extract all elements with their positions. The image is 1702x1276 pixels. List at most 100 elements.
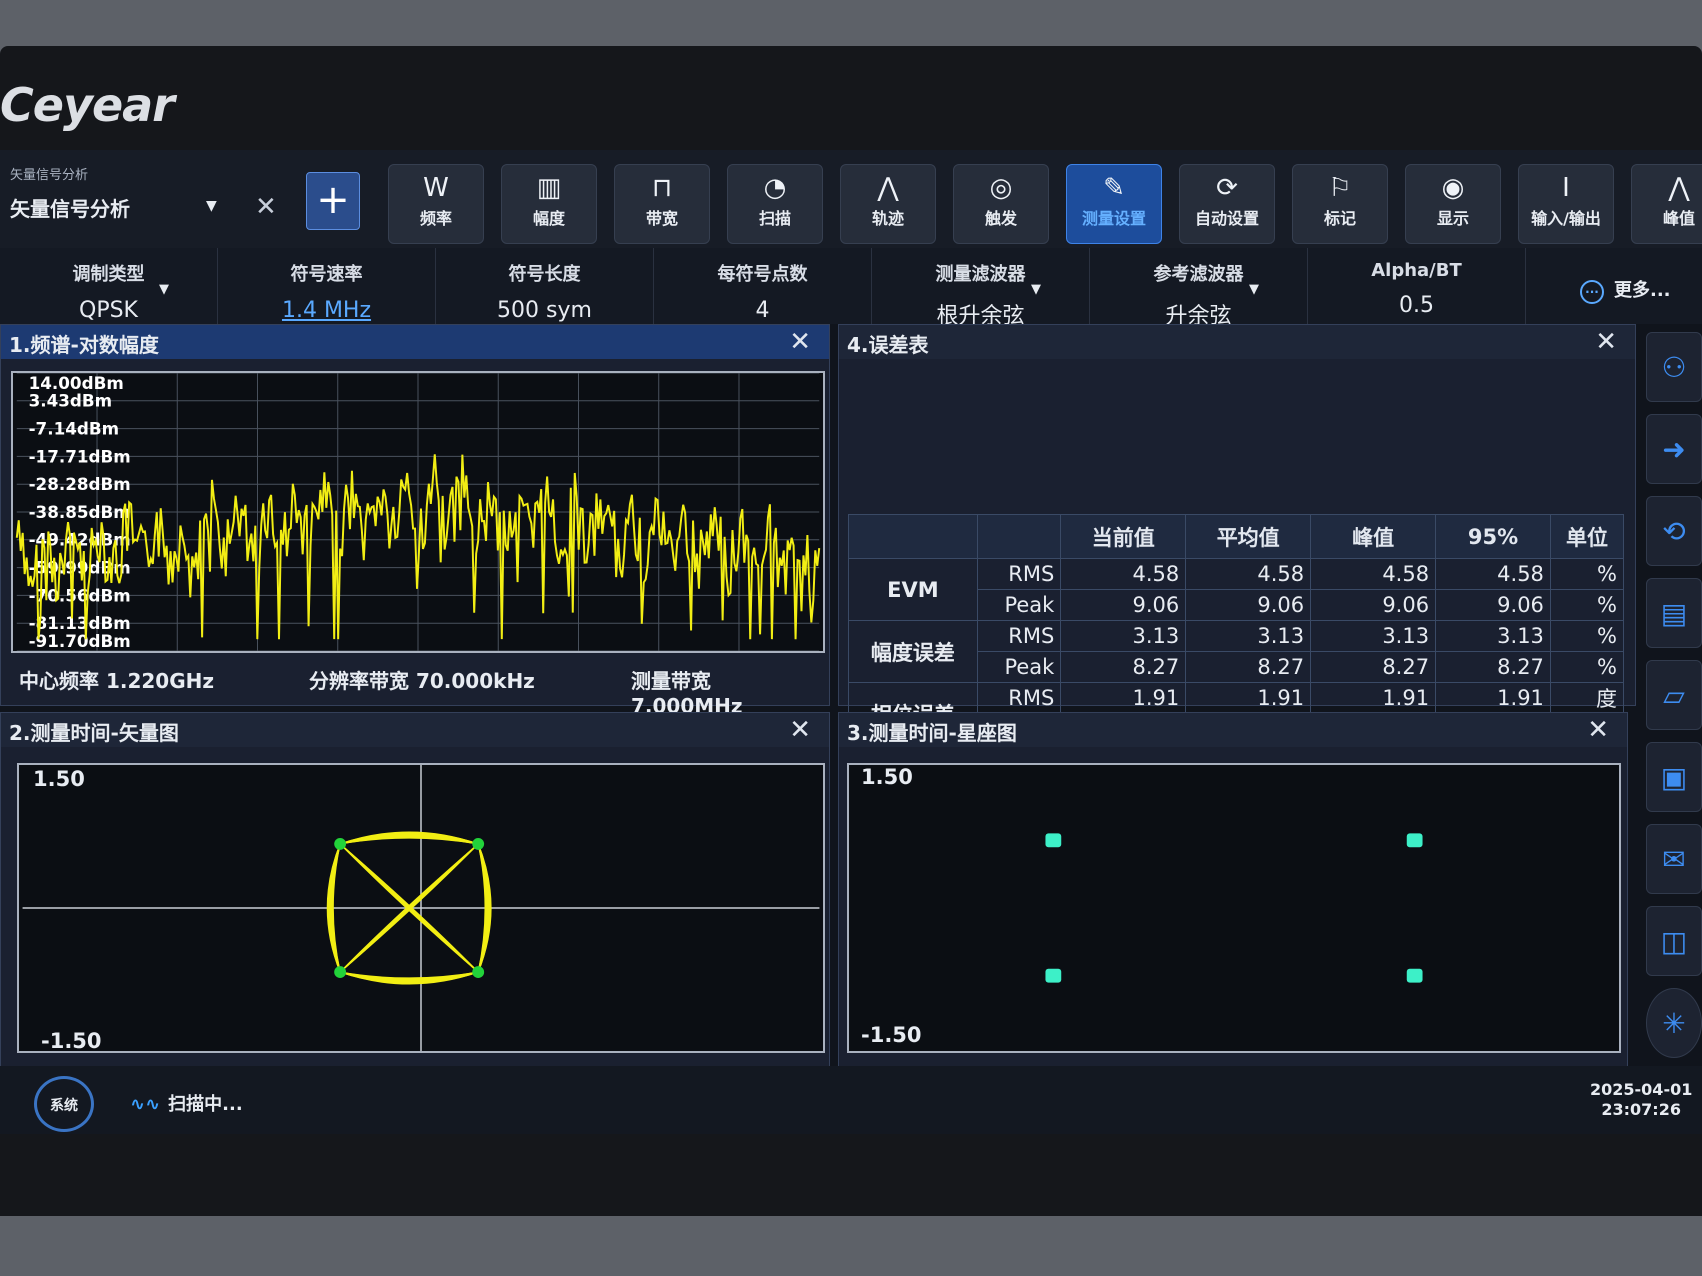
param-0[interactable]: 调制类型 QPSK ▼ <box>0 248 218 324</box>
chevron-down-icon: ▼ <box>1031 282 1041 297</box>
close-icon[interactable]: ✕ <box>1587 715 1609 745</box>
param-value[interactable]: 500 sym <box>436 298 653 323</box>
scan-status: ∿∿ 扫描中... <box>130 1090 243 1116</box>
toolbar-button-trace[interactable]: ⋀ 轨迹 <box>840 164 936 244</box>
vector-plot[interactable] <box>17 763 825 1053</box>
toolbar-button-auto-setup[interactable]: ⟳ 自动设置 <box>1179 164 1275 244</box>
add-window-button[interactable]: + <box>306 172 360 230</box>
save-icon[interactable]: ▤ <box>1646 578 1702 648</box>
table-cell: 8.27 <box>1435 651 1551 683</box>
toolbar-button-peak[interactable]: ⋀ 峰值 <box>1631 164 1702 244</box>
touch-icon[interactable]: ✳ <box>1646 988 1702 1058</box>
row-sub-label: RMS <box>976 620 1062 652</box>
y-tick-label: -70.56dBm <box>29 585 131 605</box>
toolbar-button-label: 峰值 <box>1662 209 1695 228</box>
toolbar-button-freq[interactable]: W 频率 <box>388 164 484 244</box>
param-2[interactable]: 符号长度 500 sym <box>436 248 654 324</box>
system-button[interactable]: 系统 <box>34 1076 94 1132</box>
toolbar-button-amplitude[interactable]: ▥ 幅度 <box>501 164 597 244</box>
window-icon[interactable]: ▣ <box>1646 742 1702 812</box>
toolbar-button-label: 轨迹 <box>871 209 904 228</box>
toolbar-button-trigger[interactable]: ◎ 触发 <box>953 164 1049 244</box>
y-tick-label: -91.70dBm <box>29 631 131 651</box>
unit-cell: % <box>1549 620 1625 652</box>
table-header: 当前值 <box>1060 514 1187 559</box>
forward-icon[interactable]: ➜ <box>1646 414 1702 484</box>
date-label: 2025-04-01 <box>1590 1080 1693 1099</box>
spectrum-title: 1.频谱-对数幅度 <box>9 333 159 357</box>
more-icon: ··· <box>1580 280 1604 304</box>
y-tick-label: 3.43dBm <box>29 391 113 411</box>
toolbar-button-display[interactable]: ◉ 显示 <box>1405 164 1501 244</box>
y-tick-label: -38.85dBm <box>29 502 131 522</box>
chevron-down-icon: ▼ <box>159 282 169 297</box>
spectrum-grid <box>16 373 820 651</box>
toolbar-button-meas-setup[interactable]: ✎ 测量设置 <box>1066 164 1162 244</box>
close-icon[interactable]: ✕ <box>789 327 811 357</box>
table-cell: 1.91 <box>1435 682 1551 714</box>
param-label: 调制类型 <box>72 264 145 285</box>
refresh-icon[interactable]: ⟲ <box>1646 496 1702 566</box>
mode-selector[interactable]: 矢量信号分析 矢量信号分析 ▼ ✕ <box>10 164 280 242</box>
vector-top-label: 1.50 <box>33 767 85 791</box>
toolbar-button-marker[interactable]: ⚐ 标记 <box>1292 164 1388 244</box>
param-value[interactable]: 0.5 <box>1308 293 1525 318</box>
parameter-bar: 调制类型 QPSK ▼ 符号速率 1.4 MHz 符号长度 500 sym 每符号点数 4 测量滤… <box>0 248 1702 329</box>
param-label: 符号速率 <box>290 264 363 285</box>
y-tick-label: -17.71dBm <box>29 446 131 466</box>
table-cell: 9.06 <box>1310 589 1437 621</box>
table-row: 幅度误差 RMS 3.13 3.13 3.13 3.13% <box>848 620 1625 683</box>
rbw-label: 分辨率带宽 70.000kHz <box>309 669 535 693</box>
param-3[interactable]: 每符号点数 4 <box>654 248 872 324</box>
bandwidth-icon: ⊓ <box>651 173 673 203</box>
toolbar-button-io[interactable]: Ⅰ 输入/输出 <box>1518 164 1614 244</box>
y-tick-label: -28.28dBm <box>29 474 131 494</box>
row-group-label: 幅度误差 <box>848 620 978 683</box>
constellation-point <box>1406 968 1423 983</box>
row-sub-label: Peak <box>976 651 1062 683</box>
param-5[interactable]: 参考滤波器 升余弦 ▼ <box>1090 248 1308 329</box>
table-cell: 1.91 <box>1310 682 1437 714</box>
close-icon[interactable]: ✕ <box>255 192 277 222</box>
vector-title: 2.测量时间-矢量图 <box>9 721 179 745</box>
constellation-point <box>1406 833 1423 848</box>
param-1[interactable]: 符号速率 1.4 MHz <box>218 248 436 324</box>
toolbar-button-label: 显示 <box>1436 209 1469 228</box>
param-value[interactable]: QPSK <box>0 298 217 323</box>
constellation-title: 3.测量时间-星座图 <box>847 721 1017 745</box>
param-value[interactable]: 1.4 MHz <box>218 298 435 323</box>
table-cell: 3.13 <box>1435 620 1551 652</box>
unit-cell: % <box>1549 589 1625 621</box>
error-table-title: 4.误差表 <box>847 333 929 357</box>
param-6[interactable]: Alpha/BT 0.5 <box>1308 248 1526 324</box>
toolbar-button-bandwidth[interactable]: ⊓ 带宽 <box>614 164 710 244</box>
toolbar-button-label: 触发 <box>984 209 1017 228</box>
constellation-point <box>1045 833 1062 848</box>
folder-icon[interactable]: ▱ <box>1646 660 1702 730</box>
param-value[interactable]: 4 <box>654 298 871 323</box>
chevron-down-icon[interactable]: ▼ <box>206 198 217 214</box>
preset-icon[interactable]: ⚇ <box>1646 332 1702 402</box>
param-4[interactable]: 测量滤波器 根升余弦 ▼ <box>872 248 1090 329</box>
screenshot-icon[interactable]: ◫ <box>1646 906 1702 976</box>
table-header: 峰值 <box>1310 514 1437 559</box>
toolbar-button-sweep[interactable]: ◔ 扫描 <box>727 164 823 244</box>
marker-icon: ⚐ <box>1328 173 1352 203</box>
spectrum-y-ticks: 14.00dBm3.43dBm-7.14dBm-17.71dBm-28.28dB… <box>29 373 131 651</box>
row-sub-label: RMS <box>976 682 1062 714</box>
scpi-icon[interactable]: ✉ <box>1646 824 1702 894</box>
spectrum-plot[interactable]: 14.00dBm3.43dBm-7.14dBm-17.71dBm-28.28dB… <box>11 371 825 653</box>
mode-main-label: 矢量信号分析 <box>10 197 130 221</box>
param-label: 参考滤波器 <box>1153 264 1244 285</box>
close-icon[interactable]: ✕ <box>789 715 811 745</box>
status-bar: 系统 ∿∿ 扫描中... 2025-04-01 23:07:26 <box>0 1066 1702 1134</box>
more-button[interactable]: ··· 更多... <box>1580 276 1671 304</box>
constellation-plot[interactable] <box>847 763 1621 1053</box>
top-toolbar: 矢量信号分析 矢量信号分析 ▼ ✕ + W 频率 ▥ 幅度 ⊓ 带宽 ◔ 扫描 ⋀ 轨迹 ◎ 触发 ✎ 测… <box>0 150 1702 248</box>
table-cell: 1.91 <box>1060 682 1187 714</box>
spectrum-window[interactable]: 1.频谱-对数幅度 ✕ 14.00dBm 3.43dBm -7.14dBm -17.71… <box>0 324 830 718</box>
table-cell: 4.58 <box>1310 558 1437 590</box>
table-cell: 8.27 <box>1310 651 1437 683</box>
close-icon[interactable]: ✕ <box>1595 327 1617 357</box>
brand-logo: Ceyear <box>0 78 175 132</box>
